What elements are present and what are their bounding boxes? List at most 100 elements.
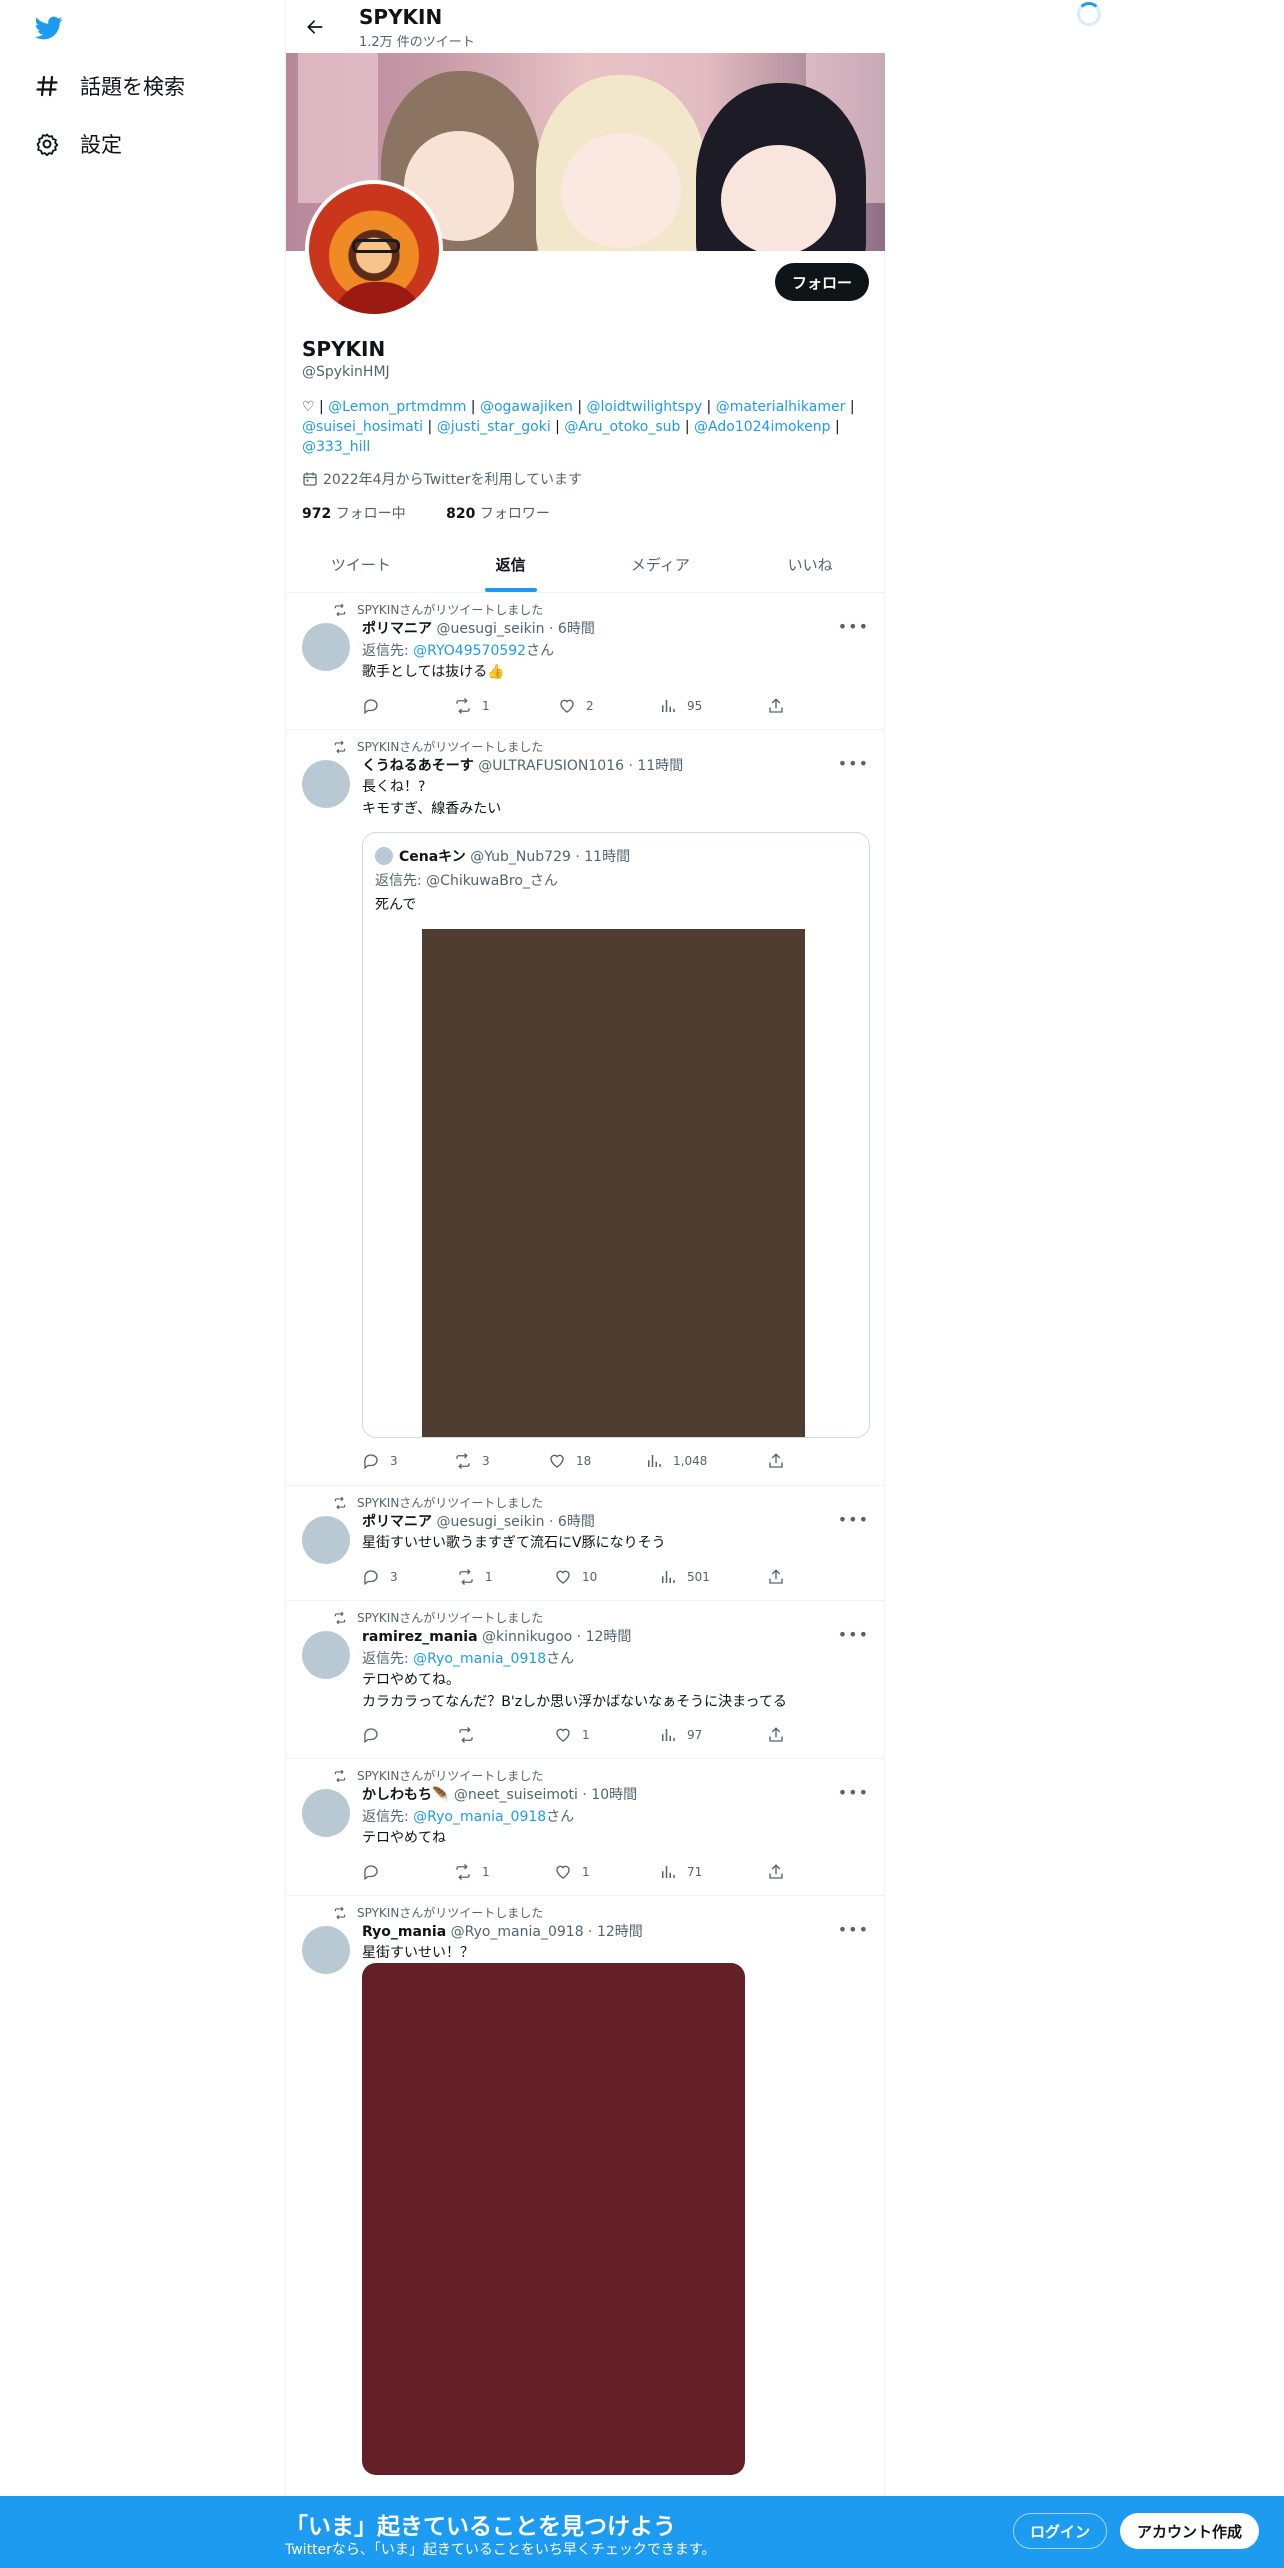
more-icon[interactable]: ••• xyxy=(838,1625,869,1644)
tweet-header: ポリマニア @uesugi_seikin · 6時間 xyxy=(362,621,595,637)
bio-mention[interactable]: @ogawajiken xyxy=(480,399,573,415)
views-button[interactable]: 95 xyxy=(659,697,702,715)
nav-explore[interactable]: 話題を検索 xyxy=(34,66,185,106)
tweet-time[interactable]: 6時間 xyxy=(558,621,595,637)
author-name[interactable]: ramirez_mania xyxy=(362,1629,478,1645)
tab-tweets[interactable]: ツイート xyxy=(286,540,436,592)
more-icon[interactable]: ••• xyxy=(838,617,869,636)
like-button[interactable]: 10 xyxy=(554,1568,597,1586)
bio-mention[interactable]: @333_hill xyxy=(302,439,370,455)
reply-button[interactable]: 3 xyxy=(362,1452,398,1470)
followers-link[interactable]: 820 フォロワー xyxy=(446,506,568,522)
bio-mention[interactable]: @materialhikamer xyxy=(716,399,846,415)
author-name[interactable]: くうねるあそーす xyxy=(362,758,474,774)
tweet[interactable]: SPYKINさんがリツイートしました くうねるあそーす @ULTRAFUSION… xyxy=(286,730,885,1486)
view-count: 97 xyxy=(687,1728,703,1742)
tweet[interactable]: SPYKINさんがリツイートしました ポリマニア @uesugi_seikin … xyxy=(286,1486,885,1601)
quoted-tweet-image[interactable] xyxy=(422,929,805,1437)
avatar[interactable] xyxy=(302,760,350,808)
author-handle[interactable]: @kinnikugoo xyxy=(482,1629,572,1645)
tab-media[interactable]: メディア xyxy=(586,540,736,592)
retweet-icon xyxy=(454,697,472,715)
tweet-image[interactable] xyxy=(362,1963,745,2475)
reply-to-link[interactable]: @RYO49570592 xyxy=(413,643,526,659)
retweet-notice: SPYKINさんがリツイートしました xyxy=(333,1609,543,1626)
share-button[interactable] xyxy=(767,1726,795,1744)
avatar[interactable] xyxy=(302,1631,350,1679)
reply-button[interactable] xyxy=(362,1726,390,1744)
author-handle[interactable]: @uesugi_seikin xyxy=(436,1514,544,1530)
like-button[interactable]: 1 xyxy=(554,1863,590,1881)
bio-mention[interactable]: @suisei_hosimati xyxy=(302,419,423,435)
tweet-time[interactable]: 12時間 xyxy=(586,1629,632,1645)
share-button[interactable] xyxy=(767,697,795,715)
share-button[interactable] xyxy=(767,1568,795,1586)
bio-mention[interactable]: @Lemon_prtmdmm xyxy=(328,399,466,415)
retweet-button[interactable]: 1 xyxy=(454,697,490,715)
bio-mention[interactable]: @justi_star_goki xyxy=(437,419,551,435)
like-button[interactable]: 1 xyxy=(554,1726,590,1744)
like-button[interactable]: 2 xyxy=(558,697,594,715)
followers-label: フォロワー xyxy=(479,506,550,522)
bio-mention[interactable]: @loidtwilightspy xyxy=(587,399,703,415)
reply-button[interactable]: 3 xyxy=(362,1568,398,1586)
author-name[interactable]: ポリマニア xyxy=(362,621,432,637)
retweet-notice: SPYKINさんがリツイートしました xyxy=(333,1494,543,1511)
quoted-tweet[interactable]: Cenaキン @Yub_Nub729 · 11時間 返信先: @ChikuwaB… xyxy=(362,832,870,1438)
avatar[interactable] xyxy=(302,1789,350,1837)
bio-mention[interactable]: @Aru_otoko_sub xyxy=(564,419,680,435)
bio-mention[interactable]: @Ado1024imokenp xyxy=(694,419,831,435)
login-button[interactable]: ログイン xyxy=(1013,2513,1108,2549)
share-button[interactable] xyxy=(767,1863,795,1881)
author-handle[interactable]: @Ryo_mania_0918 xyxy=(451,1924,584,1940)
tweet[interactable]: SPYKINさんがリツイートしました ポリマニア @uesugi_seikin … xyxy=(286,593,885,730)
avatar[interactable] xyxy=(302,1516,350,1564)
tweet-time[interactable]: 6時間 xyxy=(558,1514,595,1530)
retweet-button[interactable]: 1 xyxy=(457,1568,493,1586)
author-handle[interactable]: @uesugi_seikin xyxy=(436,621,544,637)
author-handle[interactable]: @ULTRAFUSION1016 xyxy=(478,758,624,774)
profile-avatar[interactable] xyxy=(305,180,443,318)
tweet-time[interactable]: 10時間 xyxy=(591,1787,637,1803)
tweet[interactable]: SPYKINさんがリツイートしました かしわもち🪶 @neet_suiseimo… xyxy=(286,1759,885,1896)
banner-character-face xyxy=(561,133,681,248)
retweet-icon xyxy=(333,603,347,617)
tweet-time[interactable]: 12時間 xyxy=(597,1924,643,1940)
reply-button[interactable] xyxy=(362,1863,390,1881)
signup-button[interactable]: アカウント作成 xyxy=(1120,2513,1260,2549)
avatar[interactable] xyxy=(302,623,350,671)
reply-to-link[interactable]: @Ryo_mania_0918 xyxy=(413,1651,546,1667)
twitter-logo-icon[interactable] xyxy=(33,14,65,42)
avatar[interactable] xyxy=(302,1926,350,1974)
reply-prefix: 返信先: xyxy=(362,1651,414,1667)
following-link[interactable]: 972 フォロー中 xyxy=(302,506,424,522)
author-name[interactable]: ポリマニア xyxy=(362,1514,432,1530)
like-button[interactable]: 18 xyxy=(548,1452,591,1470)
author-handle[interactable]: @neet_suiseimoti xyxy=(454,1787,578,1803)
views-button[interactable]: 71 xyxy=(659,1863,702,1881)
nav-settings[interactable]: 設定 xyxy=(34,124,122,164)
tweet[interactable]: SPYKINさんがリツイートしました Ryo_mania @Ryo_mania_… xyxy=(286,1896,885,2496)
follow-button[interactable]: フォロー xyxy=(775,263,870,301)
author-name[interactable]: Ryo_mania xyxy=(362,1924,446,1940)
views-button[interactable]: 97 xyxy=(659,1726,702,1744)
tweet-time[interactable]: 11時間 xyxy=(637,758,683,774)
author-name[interactable]: かしわもち🪶 xyxy=(362,1787,449,1803)
back-arrow-icon[interactable] xyxy=(298,10,332,44)
retweet-button[interactable]: 3 xyxy=(454,1452,490,1470)
views-button[interactable]: 1,048 xyxy=(645,1452,707,1470)
retweet-icon xyxy=(457,1568,475,1586)
tweet[interactable]: SPYKINさんがリツイートしました ramirez_mania @kinnik… xyxy=(286,1601,885,1759)
more-icon[interactable]: ••• xyxy=(838,1783,869,1802)
retweet-button[interactable] xyxy=(457,1726,485,1744)
views-button[interactable]: 501 xyxy=(659,1568,710,1586)
tab-replies[interactable]: 返信 xyxy=(436,540,586,592)
more-icon[interactable]: ••• xyxy=(838,1510,869,1529)
retweet-button[interactable]: 1 xyxy=(454,1863,490,1881)
tab-likes[interactable]: いいね xyxy=(735,540,885,592)
more-icon[interactable]: ••• xyxy=(838,1920,869,1939)
more-icon[interactable]: ••• xyxy=(838,754,869,773)
share-button[interactable] xyxy=(767,1452,795,1470)
reply-button[interactable] xyxy=(362,697,390,715)
reply-to-link[interactable]: @Ryo_mania_0918 xyxy=(413,1809,546,1825)
